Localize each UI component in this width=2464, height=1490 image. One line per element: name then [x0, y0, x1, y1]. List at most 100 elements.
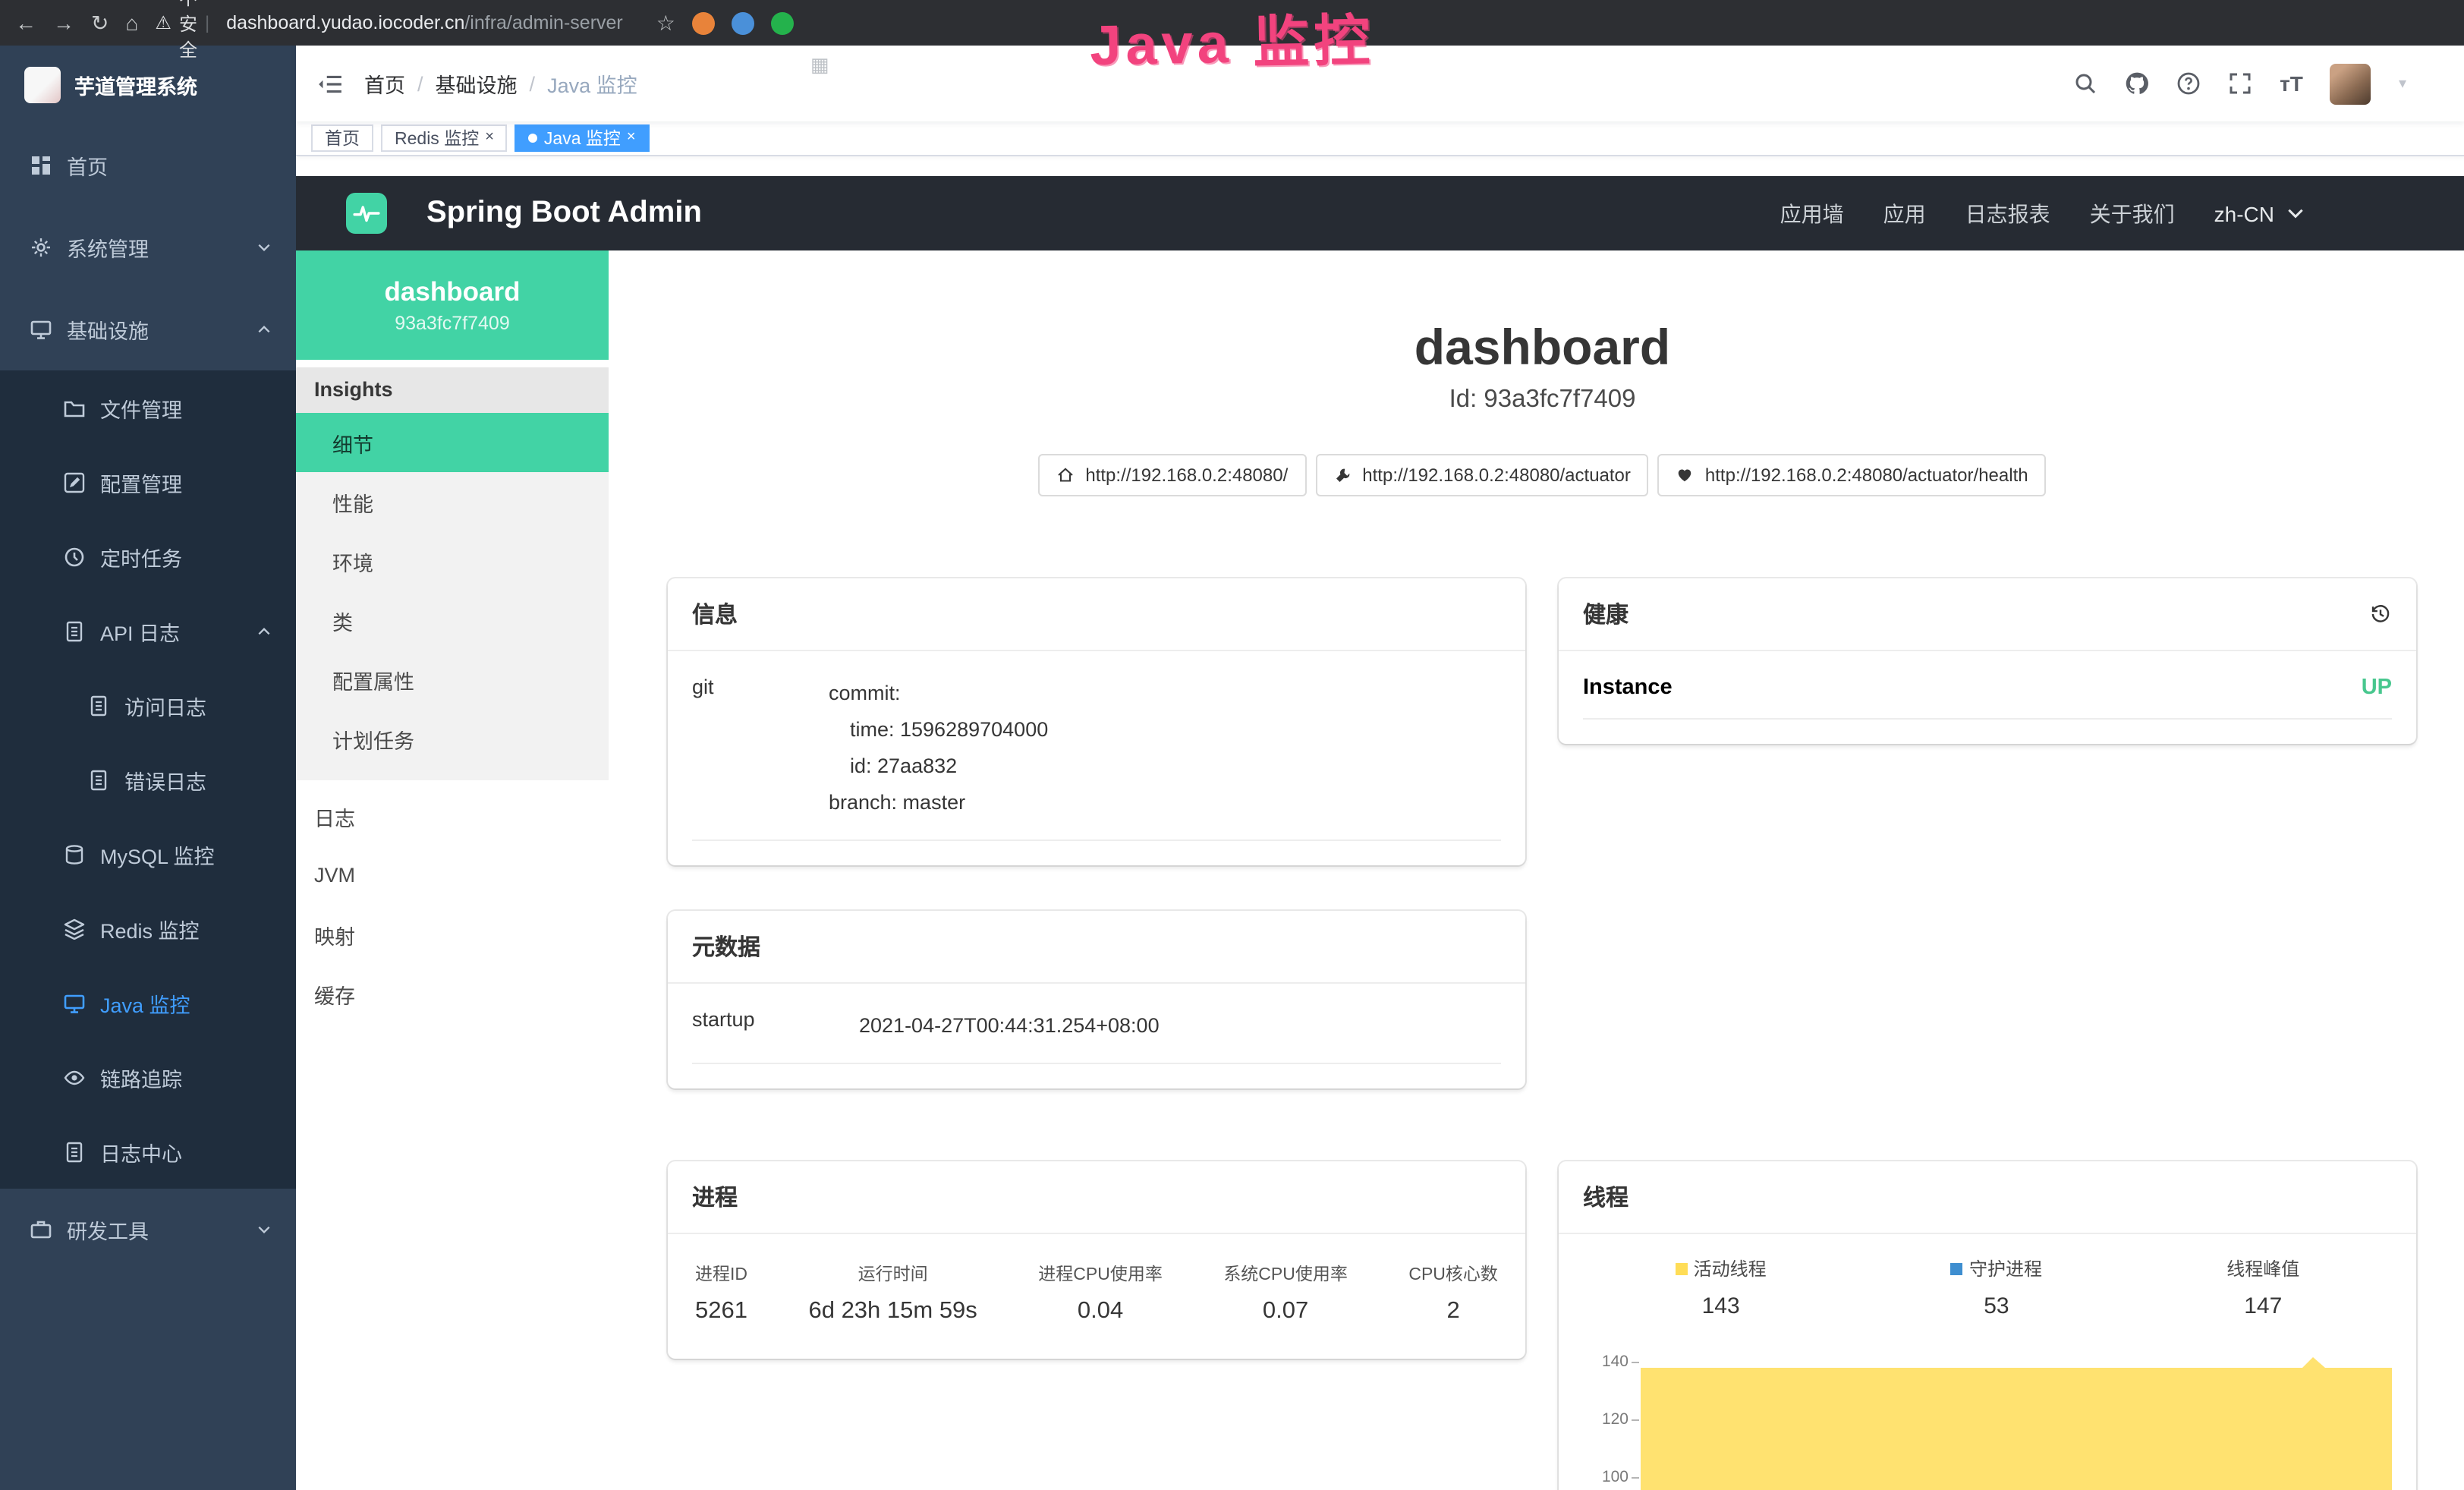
sba-link-applications[interactable]: 应用 [1883, 198, 1926, 228]
breadcrumb-infra[interactable]: 基础设施 [436, 68, 518, 99]
health-card-header: 健康 [1559, 578, 2416, 651]
sba-brand[interactable]: Spring Boot Admin [426, 196, 702, 231]
sidebar-fold-icon[interactable] [317, 71, 343, 96]
sidebar-item-trace[interactable]: 链路追踪 [0, 1040, 296, 1114]
extension-icon-orange[interactable] [692, 11, 715, 34]
info-card-header: 信息 [668, 578, 1525, 651]
metadata-startup-row: startup 2021-04-27T00:44:31.254+08:00 [692, 990, 1501, 1064]
locale-selector[interactable]: zh-CN [2214, 201, 2305, 225]
y-tick-140: 140 [1583, 1353, 1629, 1371]
sba-main: dashboard Id: 93a3fc7f7409 http://192.16… [609, 250, 2464, 1490]
extension-icon-green[interactable] [771, 11, 794, 34]
legend-active-threads: 活动线程 143 [1676, 1255, 1767, 1319]
sidebar-item-home[interactable]: 首页 [0, 124, 296, 206]
sba-item-performance[interactable]: 性能 [296, 472, 609, 531]
legend-daemon-threads: 守护进程 53 [1951, 1255, 2042, 1319]
tab-home[interactable]: 首页 [311, 124, 373, 152]
process-stat-cpu-cores: CPU核心数 2 [1408, 1262, 1498, 1325]
sba-logo-icon[interactable] [346, 193, 387, 234]
sba-item-properties[interactable]: 配置属性 [296, 650, 609, 709]
sba-root-items: 日志 JVM 映射 缓存 [296, 786, 609, 1023]
metadata-value: 2021-04-27T00:44:31.254+08:00 [859, 1008, 1160, 1044]
sidebar-item-access-log[interactable]: 访问日志 [0, 668, 296, 742]
dashboard-icon [30, 155, 52, 176]
breadcrumb-home[interactable]: 首页 [364, 68, 405, 99]
gear-icon [30, 237, 52, 258]
health-url-button[interactable]: http://192.168.0.2:48080/actuator/health [1658, 454, 2047, 496]
sidebar-item-api-log[interactable]: API 日志 [0, 594, 296, 668]
history-icon[interactable] [2369, 603, 2392, 625]
sidebar-item-system[interactable]: 系统管理 [0, 206, 296, 288]
briefcase-icon [30, 1219, 52, 1240]
tick-mark [1632, 1362, 1639, 1363]
info-card-body: git commit: time: 1596289704000 id: 27aa… [668, 651, 1525, 865]
sidebar-item-log-center[interactable]: 日志中心 [0, 1114, 296, 1189]
home-icon[interactable]: ⌂ [125, 12, 138, 33]
actuator-url-button[interactable]: http://192.168.0.2:48080/actuator [1315, 454, 1649, 496]
address-bar[interactable]: dashboard.yudao.iocoder.cn/infra/admin-s… [226, 12, 623, 33]
security-chip[interactable]: ⚠ 不安全 | [155, 0, 209, 61]
app-logo-row[interactable]: 芋道管理系统 [0, 46, 296, 124]
health-instance-label: Instance [1583, 676, 1673, 700]
forward-icon[interactable]: → [53, 12, 74, 33]
sidebar-item-config-manage[interactable]: 配置管理 [0, 445, 296, 519]
app-logo-icon [24, 67, 61, 103]
sba-link-journal[interactable]: 日志报表 [1965, 198, 2050, 228]
process-card-header: 进程 [668, 1161, 1525, 1234]
breadcrumb-current: Java 监控 [547, 68, 637, 99]
sidebar-item-file-manage[interactable]: 文件管理 [0, 370, 296, 445]
chevron-down-icon [256, 240, 272, 255]
avatar-caret-icon[interactable]: ▾ [2399, 75, 2406, 92]
legend-swatch-blue [1951, 1262, 1963, 1274]
sba-link-about[interactable]: 关于我们 [2090, 198, 2175, 228]
url-path: /infra/admin-server [464, 12, 622, 33]
monitor-icon [30, 319, 52, 340]
tab-redis-monitor[interactable]: Redis 监控 × [381, 124, 508, 152]
sba-navbar: Spring Boot Admin 应用墙 应用 日志报表 关于我们 zh-CN [296, 176, 2464, 250]
close-icon[interactable]: × [627, 131, 636, 146]
infra-submenu: 文件管理 配置管理 定时任务 API 日志 访问日志 [0, 370, 296, 1189]
process-stats: 进程ID 5261 运行时间 6d 23h 15m 59s 进程CPU使用率 [692, 1240, 1501, 1334]
sba-item-jvm[interactable]: JVM [296, 846, 609, 905]
active-dot [529, 134, 538, 143]
y-tick-100: 100 [1583, 1468, 1629, 1486]
extension-icon-grid[interactable]: ▦ [810, 52, 2464, 75]
sidebar-item-redis-monitor[interactable]: Redis 监控 [0, 891, 296, 966]
instance-header[interactable]: dashboard 93a3fc7f7409 [296, 250, 609, 360]
sba-link-wallboard[interactable]: 应用墙 [1780, 198, 1844, 228]
sidebar-item-mysql-monitor[interactable]: MySQL 监控 [0, 817, 296, 891]
screen: ← → ↻ ⌂ ⚠ 不安全 | dashboard.yudao.iocoder.… [0, 0, 2464, 1490]
back-icon[interactable]: ← [15, 12, 36, 33]
sba-item-classes[interactable]: 类 [296, 591, 609, 650]
instance-title: dashboard [668, 319, 2417, 376]
url-separator: | [205, 12, 209, 33]
tab-java-monitor[interactable]: Java 监控 × [515, 124, 650, 152]
health-instance-row[interactable]: Instance UP [1583, 657, 2392, 720]
insights-header[interactable]: Insights [296, 367, 609, 413]
threads-card-body: 活动线程 143 守护进程 [1559, 1234, 2416, 1490]
folder-icon [64, 397, 85, 418]
process-card-body: 进程ID 5261 运行时间 6d 23h 15m 59s 进程CPU使用率 [668, 1234, 1525, 1359]
process-stat-pid: 进程ID 5261 [695, 1262, 747, 1325]
sba-item-caches[interactable]: 缓存 [296, 964, 609, 1023]
close-icon[interactable]: × [485, 131, 494, 146]
breadcrumb-separator: / [417, 72, 423, 95]
sidebar-item-scheduled-job[interactable]: 定时任务 [0, 519, 296, 594]
sidebar-item-java-monitor[interactable]: Java 监控 [0, 966, 296, 1040]
insights-section: Insights 细节 性能 环境 类 配置属性 计划任务 [296, 367, 609, 780]
sba-item-environment[interactable]: 环境 [296, 531, 609, 591]
bookmark-star-icon[interactable]: ☆ [656, 12, 675, 33]
reload-icon[interactable]: ↻ [91, 12, 109, 33]
service-url-button[interactable]: http://192.168.0.2:48080/ [1038, 454, 1306, 496]
sba-item-scheduled-tasks[interactable]: 计划任务 [296, 709, 609, 768]
sidebar-item-dev-tools[interactable]: 研发工具 [0, 1189, 296, 1271]
sba-item-logs[interactable]: 日志 [296, 786, 609, 846]
extension-icon-blue[interactable] [732, 11, 754, 34]
tags-bar: 首页 Redis 监控 × Java 监控 × [296, 121, 2464, 156]
breadcrumb: 首页 / 基础设施 / Java 监控 [364, 68, 637, 99]
sidebar-item-error-log[interactable]: 错误日志 [0, 742, 296, 817]
sba-item-mappings[interactable]: 映射 [296, 905, 609, 964]
sidebar-item-infra[interactable]: 基础设施 [0, 288, 296, 370]
metadata-card-body: startup 2021-04-27T00:44:31.254+08:00 [668, 984, 1525, 1088]
sba-item-details[interactable]: 细节 [296, 413, 609, 472]
